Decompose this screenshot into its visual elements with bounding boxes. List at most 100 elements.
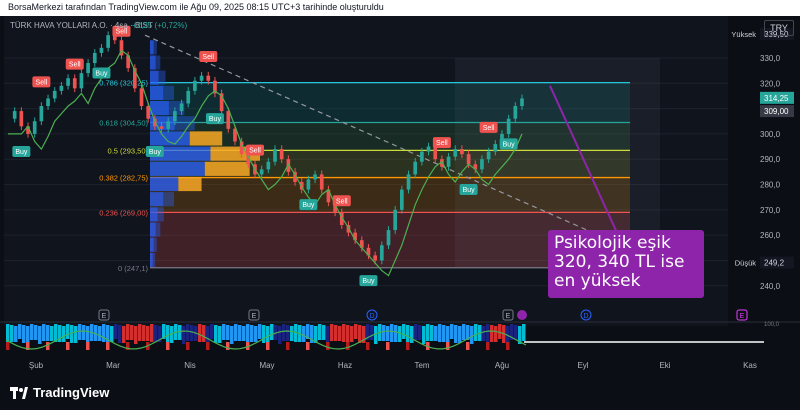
candle-body-1 [12,111,17,119]
candle-body-14 [99,47,104,53]
price-chart[interactable]: 0 (247,1) 0.236 (269,00) 0.382 (282,75) 0.5… [0,16,800,376]
candle-body-62 [420,151,424,162]
indicator-bar-84 [342,324,346,342]
indicator-bar-88 [358,325,362,343]
candle-body-8 [59,85,64,91]
volume-profile-bar-b-3 [163,85,175,100]
price-label-3: Düşük 249,2 [735,256,794,269]
indicator-bar-20 [86,326,90,344]
indicator-bar-2 [14,326,18,342]
signal-label: Buy [362,278,375,285]
chart-area[interactable]: 0 (247,1) 0.236 (269,00) 0.382 (282,75) 0.5… [0,16,800,376]
x-tick-5: Tem [414,361,429,370]
indicator-bar-81 [330,324,334,341]
candle-body-69 [466,154,471,165]
indicator-bar-102 [414,324,418,340]
callout-box: Psikolojik eşik 320, 340 TL ise en yükse… [548,230,704,298]
indicator-bar-83 [338,326,342,341]
symbol-change: +2,25 (+0,72%) [132,21,187,30]
fib-label-0.5: 0.5 (293,50) [108,146,149,155]
fib-label-0: 0 (247,1) [118,264,149,273]
indicator-bar-114 [462,324,466,340]
indicator-bar-33 [138,324,142,341]
candle-body-26 [179,103,184,112]
indicator-bar-28 [118,325,122,343]
indicator-axis-label: 100,0 [764,322,780,328]
indicator-bar-85 [346,325,350,342]
indicator-bar-74 [302,326,306,342]
signal-label: Buy [302,202,315,209]
candle-body-38 [259,169,264,175]
volume-profile-bar-12 [150,222,156,237]
candle-body-46 [313,174,317,180]
tradingview-logo[interactable]: TradingView [10,385,109,400]
signal-label: Sell [249,148,261,155]
fib-label-0.618: 0.618 (304,50) [99,119,148,128]
candle-body-25 [173,111,177,122]
buy-signal-5: Buy [145,146,164,158]
candle-body-58 [393,209,398,231]
callout-line-3: en yüksek [554,271,641,291]
signal-label: Sell [36,79,48,86]
volume-profile-bar-b-10 [163,192,175,207]
signal-label: Buy [463,187,476,194]
candle-body-15 [106,35,110,48]
indicator-bar-101 [410,326,414,343]
indicator-bar-low-90 [366,342,370,350]
price-label-value: 249,2 [764,258,785,267]
candle-body-28 [193,80,197,91]
indicator-bar-61 [250,325,254,342]
candle-body-29 [199,75,204,81]
indicator-bar-14 [62,326,66,342]
candle-body-39 [266,161,271,170]
volume-profile-bar-14 [150,252,153,268]
signal-label: Buy [95,71,108,78]
candle-body-23 [159,126,164,129]
y-tick-280: 280,0 [760,181,781,190]
candle-body-45 [306,179,311,190]
volume-profile-bar-8 [150,161,205,176]
x-tick-0: Şub [29,361,44,370]
currency-badge[interactable]: TRY [764,20,794,36]
volume-profile-bar-1 [150,55,156,70]
indicator-bar-57 [234,324,238,341]
buy-signal-7: Buy [205,113,224,125]
buy-signal-11: Buy [359,275,378,287]
event-marker-label: E [506,313,511,320]
indicator-bar-31 [130,325,134,340]
candle-body-71 [480,159,484,170]
indicator-bar-37 [154,325,158,342]
indicator-bar-10 [46,325,50,341]
indicator-bar-49 [202,325,206,342]
indicator-bar-94 [382,325,386,341]
x-tick-4: Haz [338,361,352,370]
indicator-bar-18 [78,324,82,340]
candle-body-59 [400,189,404,210]
indicator-bar-103 [418,325,422,340]
candle-body-76 [513,106,518,119]
indicator-bar-low-25 [106,342,110,350]
indicator-bar-27 [114,324,118,339]
candle-body-2 [19,111,24,127]
indicator-bar-24 [102,324,106,342]
indicator-bar-100 [406,325,410,343]
candle-body-33 [226,111,231,129]
indicator-bar-low-80 [326,342,330,350]
buy-signal-9: Buy [299,199,318,211]
indicator-bar-109 [442,325,446,342]
indicator-bar-71 [290,326,294,341]
candle-body-66 [446,156,451,167]
indicator-bar-78 [318,324,322,340]
candle-body-67 [453,149,458,157]
signal-label: Sell [336,198,348,205]
indicator-bar-87 [354,324,358,339]
candle-body-10 [72,78,77,89]
sell-signal-2: Sell [65,58,84,70]
candle-body-73 [493,144,498,152]
indicator-bar-1 [10,325,14,342]
indicator-bar-77 [314,326,318,343]
indicator-bar-low-15 [66,342,70,350]
candle-body-4 [32,121,37,134]
indicator-bar-97 [394,325,398,342]
x-tick-9: Kas [743,361,757,370]
